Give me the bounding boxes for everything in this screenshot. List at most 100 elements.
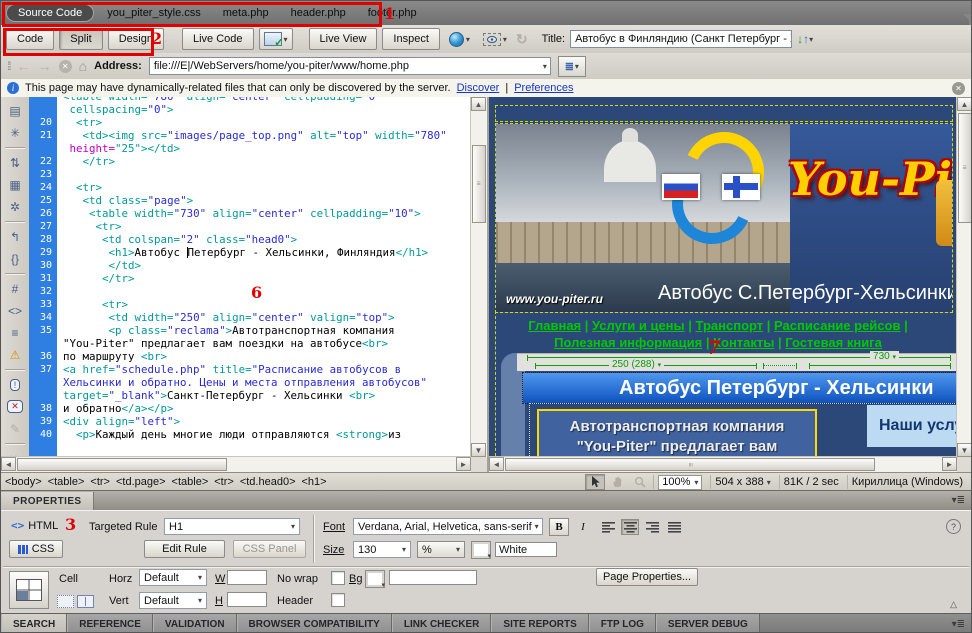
tag-selector-item[interactable]: <table> — [48, 476, 85, 488]
line-numbers-icon[interactable]: # — [4, 279, 26, 298]
panel-menu-icon[interactable]: ▾≣ — [952, 495, 965, 506]
align-justify-icon[interactable] — [665, 519, 683, 535]
table-width-bar[interactable]: 730 ▾ 250 (288) ▾ — [517, 353, 957, 371]
split-view-button[interactable]: Split — [59, 28, 102, 50]
nav-link[interactable]: Контакты — [713, 335, 774, 350]
collapse-panel-icon[interactable]: △ — [950, 599, 957, 610]
collapse-selection-icon[interactable]: ▦ — [4, 175, 26, 194]
design-vertical-scrollbar[interactable]: ▲ ≡ ▼ — [956, 97, 972, 457]
size-unit-select[interactable]: %▾ — [417, 541, 465, 558]
align-center-icon[interactable] — [621, 519, 639, 535]
vert-select[interactable]: Default▾ — [139, 592, 207, 609]
nav-link[interactable]: Главная — [528, 318, 581, 333]
live-view-button[interactable]: Live View — [309, 28, 378, 50]
related-file-tab[interactable]: header.php — [280, 5, 357, 21]
tag-selector-item[interactable]: <h1> — [302, 476, 327, 488]
tag-selector-item[interactable]: <td.head0> — [240, 476, 296, 488]
font-select[interactable]: Verdana, Arial, Helvetica, sans-serif▾ — [353, 518, 543, 535]
remove-comment-icon[interactable]: ✕ — [4, 397, 26, 416]
results-panel-menu-icon[interactable]: ▾≣ — [952, 619, 965, 630]
preview-in-browser-button[interactable]: ▾ — [445, 29, 474, 49]
properties-tab[interactable]: PROPERTIES — [1, 492, 94, 511]
check-browser-compatibility-button[interactable]: ✓▾ — [259, 28, 293, 50]
source-code-tab[interactable]: Source Code — [6, 4, 94, 22]
select-tool-icon[interactable] — [585, 474, 605, 490]
hand-tool-icon[interactable] — [609, 475, 627, 489]
nav-link[interactable]: Полезная информация — [554, 335, 702, 350]
panel-tab-search[interactable]: SEARCH — [1, 614, 67, 633]
width-input[interactable] — [227, 570, 267, 585]
tag-selector-item[interactable]: <tr> — [90, 476, 110, 488]
expand-all-icon[interactable]: ✲ — [4, 197, 26, 216]
split-cell-icon[interactable] — [77, 595, 94, 608]
text-color-input[interactable]: White — [495, 542, 557, 557]
view-options-button[interactable]: ≣▾ — [558, 56, 586, 77]
back-icon[interactable]: ← — [17, 58, 31, 74]
address-input[interactable]: file:///E|/WebServers/home/you-piter/www… — [149, 57, 551, 75]
align-left-icon[interactable] — [599, 519, 617, 535]
home-icon[interactable]: ⌂ — [79, 58, 87, 74]
html-mode-button[interactable]: <> HTML — [11, 519, 58, 532]
header-checkbox[interactable] — [331, 593, 345, 607]
design-horizontal-scrollbar[interactable]: ◄ ≡ ► — [489, 456, 957, 472]
merge-cells-icon[interactable] — [57, 595, 74, 608]
related-file-tab[interactable]: you_piter_style.css — [96, 5, 212, 21]
css-panel-button[interactable]: CSS Panel — [233, 540, 306, 558]
help-icon[interactable]: ? — [946, 519, 961, 534]
design-view-button[interactable]: Design — [108, 28, 164, 50]
select-parent-tag-icon[interactable]: ↰ — [4, 227, 26, 246]
horz-select[interactable]: Default▾ — [139, 569, 207, 586]
italic-button[interactable]: I — [573, 518, 593, 536]
panel-tab-link-checker[interactable]: LINK CHECKER — [392, 614, 492, 633]
wrap-lines-icon[interactable]: ≡ — [4, 323, 26, 342]
preferences-link[interactable]: Preferences — [514, 82, 573, 94]
bg-color-swatch[interactable]: ▾ — [365, 570, 385, 588]
panel-tab-site-reports[interactable]: SITE REPORTS — [491, 614, 588, 633]
apply-comment-icon[interactable]: ! — [4, 375, 26, 394]
bold-button[interactable]: B — [549, 518, 569, 536]
balance-braces-icon[interactable]: {} — [4, 249, 26, 268]
title-input[interactable]: Автобус в Финляндию (Санкт Петербург - Х… — [570, 30, 792, 48]
collapse-full-tag-icon[interactable]: ⇅ — [4, 153, 26, 172]
nav-link[interactable]: Транспорт — [696, 318, 764, 333]
text-color-swatch[interactable]: ▾ — [471, 541, 491, 559]
targeted-rule-select[interactable]: H1▾ — [164, 518, 300, 535]
design-canvas[interactable]: www.you-piter.ru You-Piter Автобус С.Пет… — [489, 97, 957, 456]
panel-tab-browser-compatibility[interactable]: BROWSER COMPATIBILITY — [237, 614, 392, 633]
visual-aids-button[interactable]: ▾ — [479, 29, 511, 49]
forward-icon[interactable]: → — [38, 58, 52, 74]
wrap-tag-icon[interactable]: ✎ — [4, 419, 26, 438]
tag-selector-item[interactable]: <td.page> — [116, 476, 166, 488]
code-navigator-icon[interactable]: ✳ — [4, 123, 26, 142]
bg-color-input[interactable] — [389, 570, 477, 585]
zoom-tool-icon[interactable] — [631, 475, 649, 489]
nav-link[interactable]: Расписание рейсов — [774, 318, 900, 333]
related-file-tab[interactable]: footer.php — [357, 5, 428, 21]
tag-selector-item[interactable]: <body> — [5, 476, 42, 488]
size-select[interactable]: 130▾ — [353, 541, 411, 558]
open-documents-icon[interactable]: ▤ — [4, 101, 26, 120]
panel-tab-validation[interactable]: VALIDATION — [153, 614, 237, 633]
nav-link[interactable]: Услуги и цены — [592, 318, 685, 333]
file-management-button[interactable]: ↓↑▾ — [797, 32, 813, 46]
code-horizontal-scrollbar[interactable]: ◄ ► — [1, 456, 471, 472]
refresh-icon[interactable]: ↻ — [516, 31, 528, 48]
related-file-tab[interactable]: meta.php — [212, 5, 280, 21]
code-view-button[interactable]: Code — [6, 28, 54, 50]
no-wrap-checkbox[interactable] — [331, 571, 345, 585]
panel-tab-ftp-log[interactable]: FTP LOG — [589, 614, 656, 633]
code-editor[interactable]: <table width="780" align="center" cellpa… — [29, 97, 471, 457]
zoom-level-select[interactable]: 100%▾ — [658, 475, 702, 490]
tag-selector-item[interactable]: <tr> — [214, 476, 234, 488]
tag-selector-item[interactable]: <table> — [172, 476, 209, 488]
discover-link[interactable]: Discover — [457, 82, 500, 94]
panel-tab-server-debug[interactable]: SERVER DEBUG — [656, 614, 760, 633]
code-vertical-scrollbar[interactable]: ▲ ≡ ▼ — [470, 97, 487, 457]
page-properties-button[interactable]: Page Properties... — [596, 568, 698, 586]
css-mode-button[interactable]: CSS — [9, 540, 63, 558]
highlight-invalid-code-icon[interactable]: <> — [4, 301, 26, 320]
nav-link[interactable]: Гостевая книга — [785, 335, 882, 350]
height-input[interactable] — [227, 592, 267, 607]
panel-tab-reference[interactable]: REFERENCE — [67, 614, 153, 633]
syntax-error-alerts-icon[interactable]: ⚠ — [4, 345, 26, 364]
